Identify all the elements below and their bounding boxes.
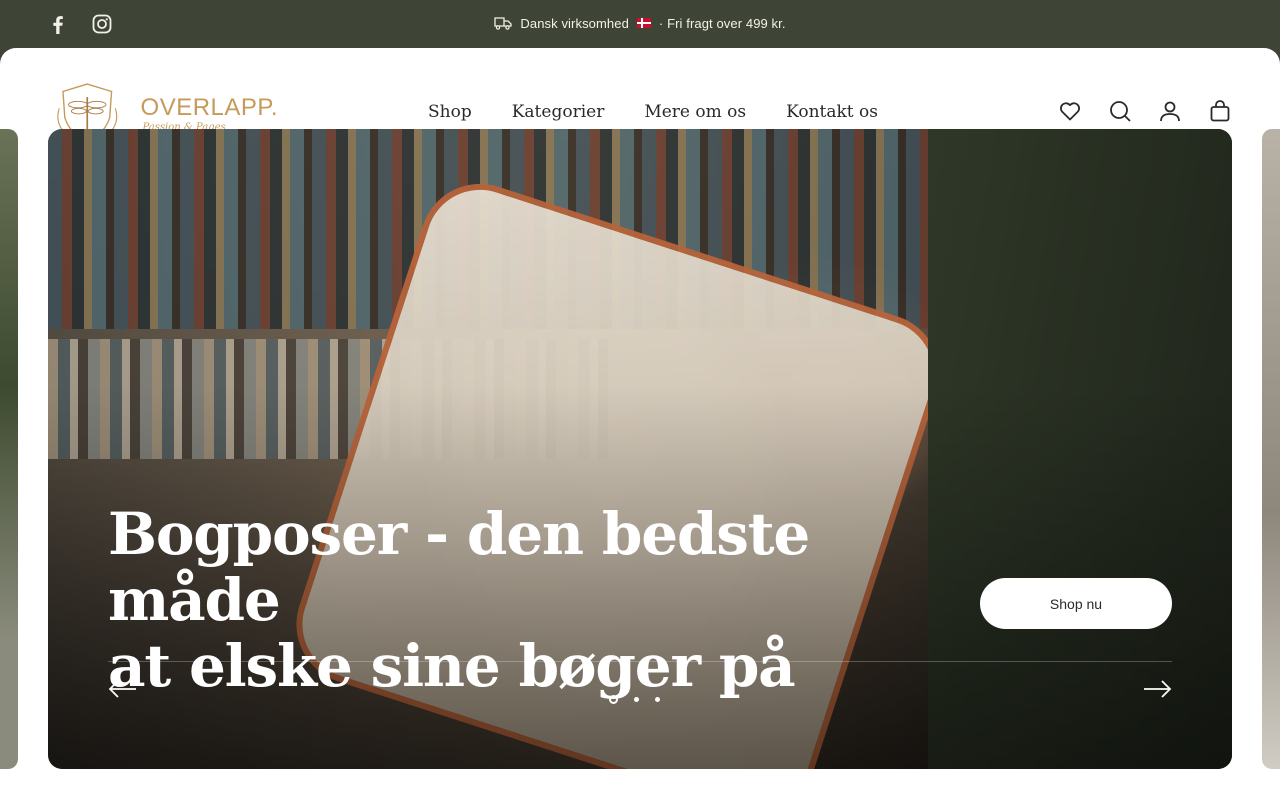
hero-title-line-1: Bogposer - den bedste måde [108,500,810,634]
announcement-text: Dansk virksomhed · Fri fragt over 499 kr… [0,15,1280,31]
slide-dot-2[interactable] [634,697,639,702]
slide-dot-1[interactable] [609,695,618,704]
slide-pagination [609,695,660,704]
nav-item-kategorier[interactable]: Kategorier [512,102,605,122]
shop-now-button[interactable]: Shop nu [980,578,1172,629]
truck-icon [494,17,513,30]
announcement-bar: Dansk virksomhed · Fri fragt over 499 kr… [0,0,1280,48]
hero-title-line-2: at elske sine bøger på [108,632,796,700]
hero-divider [108,661,1172,662]
arrow-left-icon[interactable] [108,677,138,701]
slide-dot-3[interactable] [655,697,660,702]
nav-item-mere-om-os[interactable]: Mere om os [644,102,746,122]
next-slide-peek[interactable] [1262,129,1280,769]
hero-title: Bogposer - den bedste måde at elske sine… [108,501,928,699]
account-icon[interactable] [1158,99,1182,123]
heart-icon[interactable] [1058,99,1082,123]
nav-item-shop[interactable]: Shop [428,102,472,122]
brand-name: OVERLAPP. [140,93,278,121]
search-icon[interactable] [1108,99,1132,123]
hero-slide: Bogposer - den bedste måde at elske sine… [48,129,1232,769]
announcement-shipping: · Fri fragt over 499 kr. [658,15,786,31]
nav-item-kontakt-os[interactable]: Kontakt os [786,102,878,122]
cart-icon[interactable] [1208,99,1232,123]
danish-flag-icon [636,18,651,28]
previous-slide-peek[interactable] [0,129,18,769]
arrow-right-icon[interactable] [1142,677,1172,701]
main-nav: Shop Kategorier Mere om os Kontakt os [428,102,878,122]
header-actions [1058,99,1232,123]
announcement-label: Dansk virksomhed [520,15,629,31]
